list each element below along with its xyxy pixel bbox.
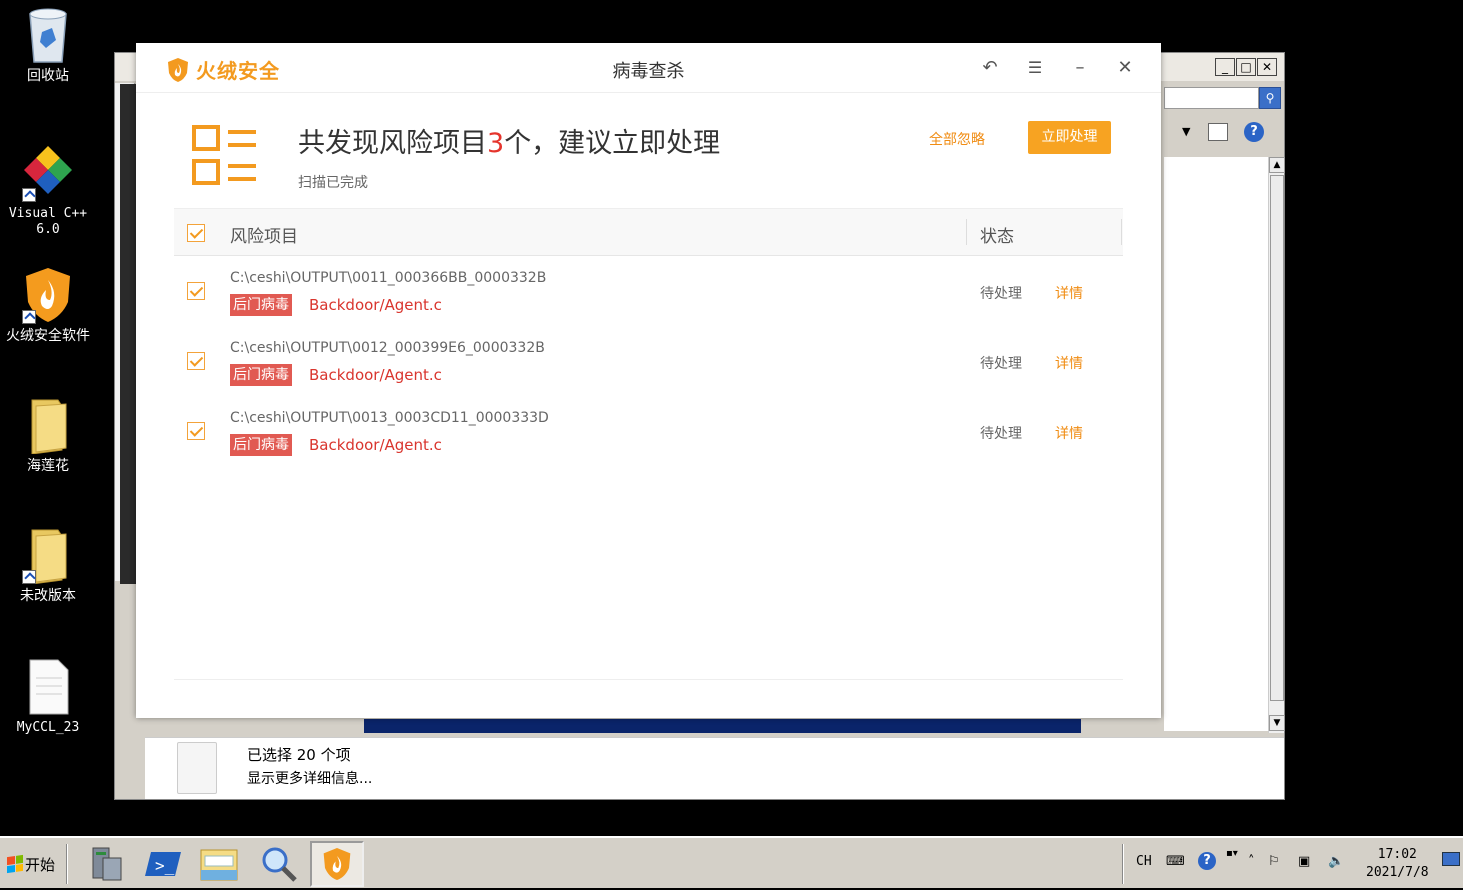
svg-text:>_: >_ [155,856,175,875]
file-icon [177,742,217,794]
show-hidden-icons[interactable]: ˄ [1248,854,1255,869]
dialog-header: 火绒安全 病毒查杀 ↶ ☰ – ✕ [136,43,1161,93]
minimize-button[interactable]: _ [1215,58,1235,76]
virus-name: Backdoor/Agent.c [309,436,442,454]
row-status: 待处理 [980,286,1022,302]
column-risk: 风险项目 [230,227,298,247]
volume-muted-icon[interactable]: 🔈 [1328,854,1344,869]
show-more-details[interactable]: 显示更多详细信息... [247,768,372,788]
file-path: C:\ceshi\OUTPUT\0011_000366BB_0000332B [230,270,547,286]
file-path: C:\ceshi\OUTPUT\0013_0003CD11_0000333D [230,410,549,426]
recycle-bin-icon [22,6,74,64]
virus-name: Backdoor/Agent.c [309,296,442,314]
file-path: C:\ceshi\OUTPUT\0012_000399E6_0000332B [230,340,545,356]
huorong-shield-icon [22,266,74,324]
windows-logo-icon [6,854,23,874]
dialog-title: 病毒查杀 [612,61,685,82]
table-row: C:\ceshi\OUTPUT\0012_000399E6_0000332B 后… [174,326,1123,396]
summary-title: 共发现风险项目3个，建议立即处理 [298,128,721,159]
help-icon[interactable]: ? [1198,852,1216,870]
table-row: C:\ceshi\OUTPUT\0013_0003CD11_0000333D 后… [174,396,1123,466]
threat-tag: 后门病毒 [230,364,292,386]
table-row: C:\ceshi\OUTPUT\0011_000366BB_0000332B 后… [174,256,1123,326]
close-icon[interactable]: ✕ [1114,57,1136,79]
desktop: 回收站 Visual C++ 6.0 火绒安全软件 海莲花 未改版本 MyCCL… [0,0,1463,836]
folder-icon [22,396,74,455]
keyboard-icon[interactable]: ⌨ [1166,854,1185,869]
visual-cpp-icon [22,144,74,202]
table-header: 风险项目 状态 [174,208,1123,256]
select-all-checkbox[interactable] [187,224,205,242]
ignore-all-link[interactable]: 全部忽略 [929,129,985,149]
scroll-thumb[interactable] [1270,175,1284,701]
start-button[interactable]: 开始 [2,846,60,882]
clock[interactable]: 17:02 2021/7/8 [1366,846,1429,882]
virus-scan-dialog: 火绒安全 病毒查杀 ↶ ☰ – ✕ 共发现风险项目3个，建议立即处理 扫描已完成… [136,43,1161,718]
threat-tag: 后门病毒 [230,294,292,316]
row-status: 待处理 [980,356,1022,372]
back-icon[interactable]: ↶ [979,57,1001,79]
virus-name: Backdoor/Agent.c [309,366,442,384]
details-pane: 已选择 20 个项 显示更多详细信息... [145,737,1284,799]
selected-rows[interactable] [364,719,1081,733]
views-dropdown-icon[interactable]: ▼ [1182,125,1190,138]
maximize-button[interactable]: □ [1236,58,1256,76]
desktop-icon-myccl[interactable]: MyCCL_23 [0,658,96,736]
threat-tag: 后门病毒 [230,434,292,456]
menu-icon[interactable]: ☰ [1024,57,1046,79]
huorong-icon[interactable] [310,841,364,887]
row-checkbox[interactable] [187,282,205,300]
handle-now-button[interactable]: 立即处理 [1028,121,1111,154]
row-checkbox[interactable] [187,352,205,370]
ime-options-icon[interactable]: ▪▾ [1226,848,1238,859]
scroll-down-icon[interactable]: ▼ [1269,715,1285,731]
server-manager-icon[interactable] [78,841,132,887]
row-checkbox[interactable] [187,422,205,440]
file-list-pane [1164,157,1268,731]
footer-divider [174,679,1123,680]
search-icon[interactable] [252,841,306,887]
search-icon[interactable]: ⚲ [1259,87,1281,109]
system-tray: CH ⌨ ? ▪▾ ˄ ⚐ ▣ 🔈 17:02 2021/7/8 [1122,838,1463,890]
document-icon [22,658,74,716]
detail-link[interactable]: 详情 [1055,283,1083,303]
preview-pane-icon[interactable] [1208,123,1228,141]
row-status: 待处理 [980,426,1022,442]
close-button[interactable]: ✕ [1257,58,1277,76]
show-desktop-icon[interactable] [1442,852,1460,866]
scan-status: 扫描已完成 [298,175,368,191]
network-icon[interactable]: ▣ [1298,854,1310,869]
risk-count: 3 [487,128,505,159]
scroll-up-icon[interactable]: ▲ [1269,157,1285,173]
powershell-icon[interactable]: >_ [136,841,190,887]
language-indicator[interactable]: CH [1136,854,1152,869]
taskbar: 开始 >_ CH ⌨ ? ▪▾ ˄ ⚐ ▣ 🔈 17:02 2021/7/8 [0,836,1463,888]
column-status: 状态 [980,227,1014,247]
detail-link[interactable]: 详情 [1055,423,1083,443]
desktop-icon-recycle-bin[interactable]: 回收站 [0,6,96,84]
detail-link[interactable]: 详情 [1055,353,1083,373]
desktop-icon-folder-unmodified[interactable]: 未改版本 [0,526,96,604]
desktop-icon-folder-hailianhua[interactable]: 海莲花 [0,396,96,474]
risk-list-icon [192,125,256,185]
desktop-icon-visual-cpp[interactable]: Visual C++ 6.0 [0,144,96,238]
flag-icon[interactable]: ⚐ [1268,854,1280,869]
minimize-icon[interactable]: – [1069,57,1091,79]
explorer-icon[interactable] [192,841,246,887]
search-input[interactable] [1164,87,1259,109]
help-icon[interactable]: ? [1244,122,1264,142]
explorer-toolbar: ▼ ? [1164,121,1282,149]
folder-icon [22,526,74,585]
window-edge [120,84,136,584]
desktop-icon-huorong[interactable]: 火绒安全软件 [0,266,96,344]
vertical-scrollbar[interactable]: ▲ ▼ [1268,157,1285,733]
selection-count: 已选择 20 个项 [247,746,351,764]
